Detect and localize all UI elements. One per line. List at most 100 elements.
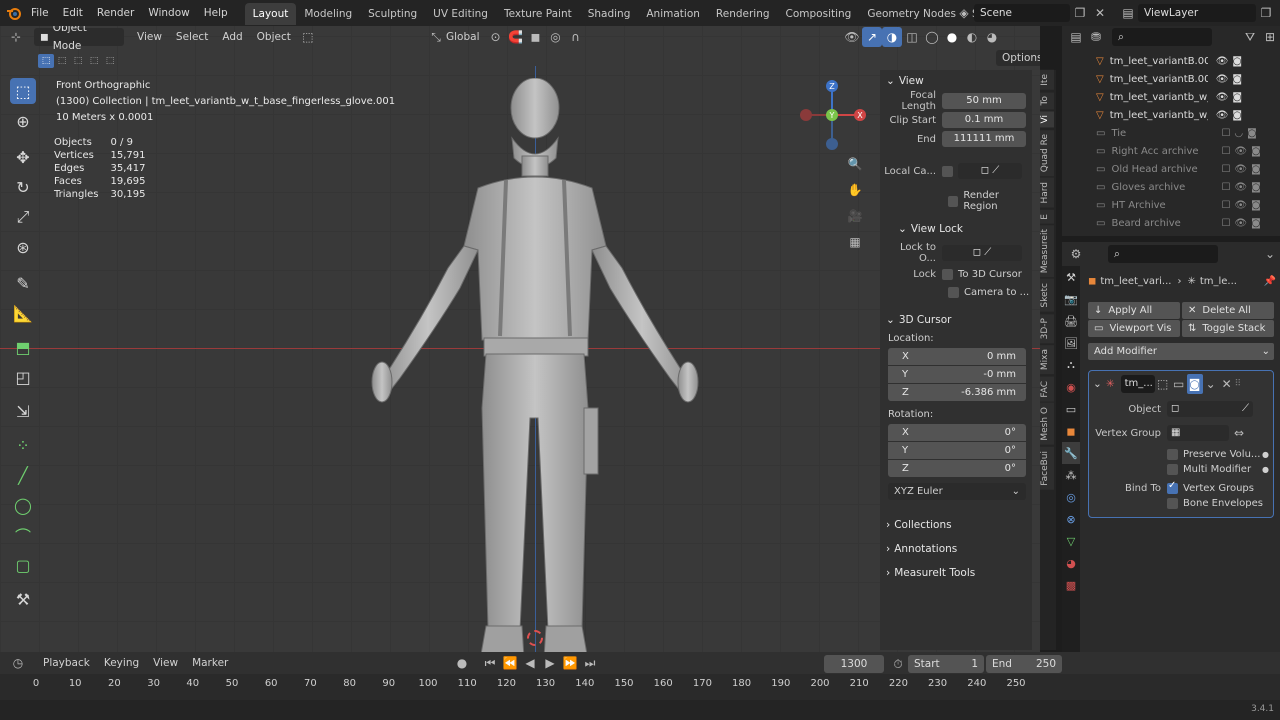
- playback-menu[interactable]: Playback: [36, 657, 97, 669]
- apply-all-button[interactable]: ↓ Apply All: [1088, 302, 1180, 319]
- tab-measureit[interactable]: Measureit: [1040, 225, 1054, 278]
- checkbox-icon[interactable]: ☐: [1221, 218, 1230, 229]
- tab-uv-editing[interactable]: UV Editing: [425, 3, 496, 25]
- to-3d-cursor-checkbox[interactable]: [942, 268, 953, 280]
- viewport-menu-view[interactable]: View: [130, 31, 169, 43]
- next-keyframe-icon[interactable]: ⏩: [560, 653, 580, 673]
- focal-length-field[interactable]: 50 mm: [942, 93, 1026, 109]
- eye-icon[interactable]: 👁: [1234, 182, 1247, 193]
- orientation-label[interactable]: Global: [446, 31, 480, 43]
- tab-fac[interactable]: FAC: [1040, 376, 1054, 402]
- cursor-section-header[interactable]: ⌄ 3D Cursor: [880, 309, 1032, 331]
- end-frame-field[interactable]: End 250: [986, 655, 1062, 673]
- menu-help[interactable]: Help: [197, 0, 235, 26]
- falloff-icon[interactable]: ∩: [566, 27, 586, 47]
- edit-mode-icon[interactable]: ⬚: [1155, 374, 1171, 394]
- wireframe-shading-icon[interactable]: ◯: [922, 27, 942, 47]
- measure-tool-icon[interactable]: 📐: [10, 300, 36, 326]
- keyframe-dot-icon[interactable]: ●: [1262, 450, 1269, 459]
- tab-quad-remesh[interactable]: Quad Re: [1040, 129, 1054, 176]
- xray-icon[interactable]: ◫: [902, 27, 922, 47]
- select-subtract-icon[interactable]: ⬚: [70, 54, 86, 68]
- chevron-down-icon[interactable]: ⌄: [1203, 374, 1219, 394]
- solid-shading-icon[interactable]: ●: [942, 27, 962, 47]
- list-item[interactable]: ▭ Right Acc archive ☐ 👁 ◙: [1096, 142, 1280, 160]
- snap-target-icon[interactable]: ◼: [526, 27, 546, 47]
- rotation-y-field[interactable]: Y 0°: [888, 442, 1026, 459]
- cursor-tool-icon[interactable]: ⊕: [10, 108, 36, 134]
- viewlayer-remove-icon[interactable]: ✕: [1276, 3, 1280, 23]
- render-display-icon[interactable]: ◙: [1186, 374, 1203, 394]
- view-lock-header[interactable]: ⌄ View Lock: [880, 218, 1032, 240]
- jump-end-icon[interactable]: ⏭: [580, 653, 600, 673]
- clip-start-field[interactable]: 0.1 mm: [942, 112, 1026, 128]
- list-item[interactable]: ▭ Gloves archive ☐ 👁 ◙: [1096, 178, 1280, 196]
- visibility-icon[interactable]: 👁: [842, 27, 862, 47]
- keyframe-dot-icon[interactable]: ●: [1262, 465, 1269, 474]
- rotate-tool-icon[interactable]: ↻: [10, 174, 36, 200]
- chevron-down-icon[interactable]: ⌄: [1260, 244, 1280, 264]
- tab-compositing[interactable]: Compositing: [778, 3, 860, 25]
- measureit-header[interactable]: › MeasureIt Tools: [880, 562, 1032, 584]
- checkbox-icon[interactable]: ☐: [1221, 146, 1230, 157]
- rotation-mode-dropdown[interactable]: XYZ Euler ⌄: [888, 483, 1026, 500]
- viewport-display-icon[interactable]: ▭: [1171, 374, 1187, 394]
- add-cube-tool-icon[interactable]: ⬒: [10, 334, 36, 360]
- pin-icon[interactable]: 📌: [1264, 276, 1276, 287]
- tab-view[interactable]: Vi: [1040, 111, 1054, 128]
- navigation-gizmo[interactable]: Z Y X: [798, 78, 870, 158]
- tab-shading[interactable]: Shading: [580, 3, 639, 25]
- character-model[interactable]: [360, 78, 710, 652]
- move-tool-icon[interactable]: ✥: [10, 144, 36, 170]
- select-invert-icon[interactable]: ⬚: [86, 54, 102, 68]
- tab-sketch[interactable]: Sketc: [1040, 279, 1054, 313]
- eye-icon[interactable]: 👁: [1234, 164, 1247, 175]
- menu-window[interactable]: Window: [141, 0, 196, 26]
- viewport-menu-add[interactable]: Add: [215, 31, 249, 43]
- blender-logo-icon[interactable]: [4, 3, 24, 23]
- collections-header[interactable]: › Collections: [880, 514, 1032, 536]
- viewport-menu-select[interactable]: Select: [169, 31, 215, 43]
- pan-hand-icon[interactable]: ✋: [845, 180, 865, 200]
- display-mode-icon[interactable]: ⛃: [1086, 27, 1106, 47]
- bone-envelopes-checkbox[interactable]: [1167, 498, 1178, 509]
- tab-facebuilder[interactable]: FaceBui: [1040, 446, 1054, 490]
- transform-tool-icon[interactable]: ⊛: [10, 234, 36, 260]
- material-shading-icon[interactable]: ◐: [962, 27, 982, 47]
- prev-keyframe-icon[interactable]: ⏪: [500, 653, 520, 673]
- location-z-field[interactable]: Z -6.386 mm: [888, 384, 1026, 401]
- vertex-groups-checkbox[interactable]: [1167, 480, 1178, 494]
- play-reverse-icon[interactable]: ◀: [520, 653, 540, 673]
- viewport-menu-object[interactable]: Object: [250, 31, 298, 43]
- select-new-icon[interactable]: ⬚: [38, 54, 54, 68]
- orientation-icon[interactable]: ⤡: [426, 27, 446, 47]
- overlay-icon[interactable]: ◑: [882, 27, 902, 47]
- world-tab-icon[interactable]: ◉: [1062, 376, 1080, 398]
- data-tab-icon[interactable]: ▽: [1062, 530, 1080, 552]
- annotate-tool-icon[interactable]: ✎: [10, 270, 36, 296]
- scene-remove-icon[interactable]: ✕: [1090, 3, 1110, 23]
- tab-e[interactable]: E: [1040, 209, 1054, 224]
- marker-menu[interactable]: Marker: [185, 657, 235, 669]
- local-camera-checkbox[interactable]: [942, 165, 953, 177]
- add-arc-tool-icon[interactable]: ⌒: [10, 522, 36, 548]
- scene-tab-icon[interactable]: ⛬: [1062, 354, 1080, 376]
- add-modifier-dropdown[interactable]: Add Modifier ⌄: [1088, 343, 1274, 360]
- scene-field[interactable]: Scene: [974, 4, 1070, 22]
- vertex-group-field[interactable]: ▦: [1167, 425, 1229, 441]
- local-camera-field[interactable]: ◻ ⟋: [958, 163, 1022, 179]
- output-tab-icon[interactable]: 🖨: [1062, 310, 1080, 332]
- particles-tab-icon[interactable]: ⁂: [1062, 464, 1080, 486]
- lock-object-field[interactable]: ◻ ⟋: [942, 245, 1022, 261]
- add-line-tool-icon[interactable]: ╱: [10, 462, 36, 488]
- modifier-name-field[interactable]: tm_...: [1120, 375, 1155, 393]
- tab-texture-paint[interactable]: Texture Paint: [496, 3, 580, 25]
- object-tab-icon[interactable]: ◼: [1062, 420, 1080, 442]
- eye-icon[interactable]: 👁: [1216, 92, 1229, 103]
- menu-render[interactable]: Render: [90, 0, 141, 26]
- menu-file[interactable]: File: [24, 0, 56, 26]
- camera-icon[interactable]: ◙: [1251, 200, 1261, 211]
- texture-tab-icon[interactable]: ▩: [1062, 574, 1080, 596]
- preserve-volume-checkbox[interactable]: [1167, 449, 1178, 460]
- invert-arrows-icon[interactable]: ⇔: [1229, 423, 1249, 443]
